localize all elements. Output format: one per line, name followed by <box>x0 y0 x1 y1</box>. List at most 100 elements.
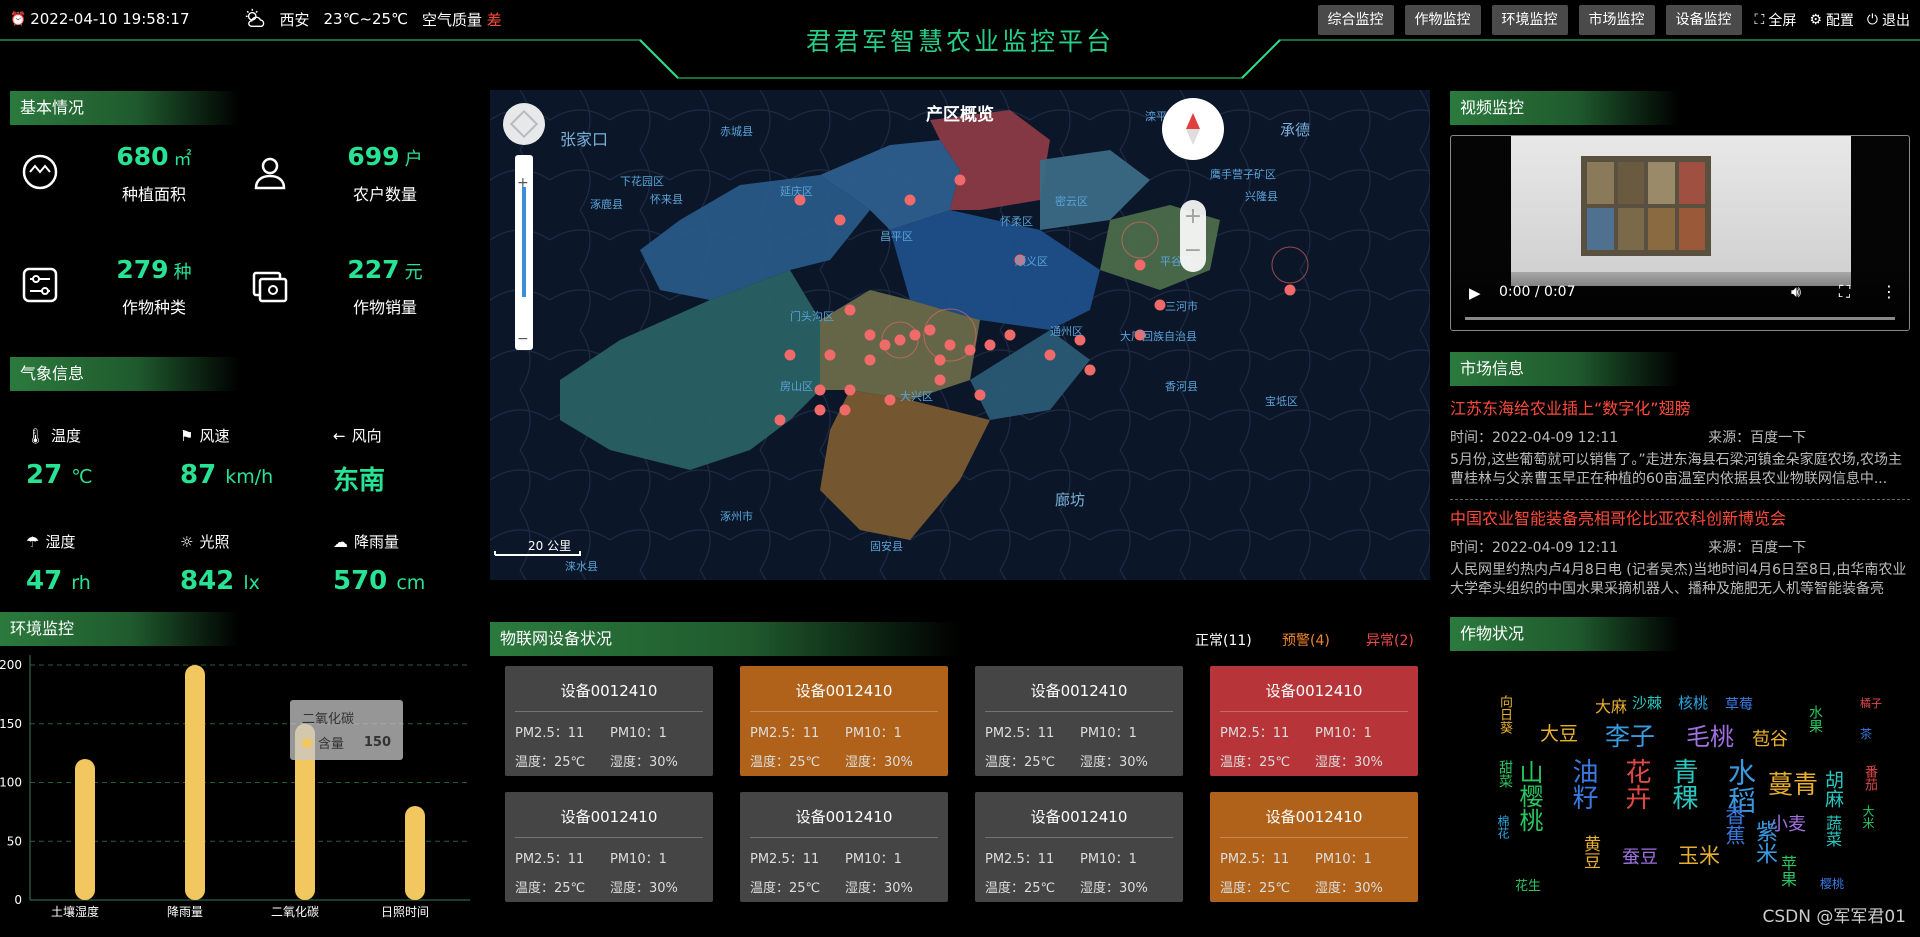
crop-word[interactable]: 花生 <box>1515 875 1541 894</box>
device-pm25: PM2.5：11 <box>515 726 585 741</box>
crop-word[interactable]: 向日葵 <box>1495 695 1514 734</box>
map-label: 延庆区 <box>780 184 813 198</box>
crop-word[interactable]: 苹果 <box>1775 855 1799 887</box>
crop-word[interactable]: 油籽 <box>1565 758 1602 810</box>
crop-word[interactable]: 草莓 <box>1725 694 1753 714</box>
device-card[interactable]: 设备0012410 PM2.5：11 PM10：1 温度：25℃ 湿度：30% <box>505 666 713 776</box>
device-name: 设备0012410 <box>515 666 703 712</box>
volume-icon[interactable]: 🔊︎ <box>1791 282 1801 302</box>
device-card[interactable]: 设备0012410 PM2.5：11 PM10：1 温度：25℃ 湿度：30% <box>1210 666 1418 776</box>
nav-market[interactable]: 市场监控 <box>1578 5 1655 35</box>
device-card[interactable]: 设备0012410 PM2.5：11 PM10：1 温度：25℃ 湿度：30% <box>505 792 713 902</box>
video-header: 视频监控 <box>1450 91 1680 125</box>
map-label: 门头沟区 <box>790 309 834 323</box>
crop-word[interactable]: 毛桃 <box>1686 717 1734 752</box>
crop-word[interactable]: 核桃 <box>1678 692 1708 713</box>
device-card[interactable]: 设备0012410 PM2.5：11 PM10：1 温度：25℃ 湿度：30% <box>975 792 1183 902</box>
crop-word[interactable]: 玉米 <box>1678 840 1720 870</box>
crop-word[interactable]: 花卉 <box>1618 758 1655 810</box>
nav-device[interactable]: 设备监控 <box>1665 5 1742 35</box>
pan-icon <box>509 109 539 139</box>
zoom-out-button[interactable]: − <box>1180 234 1206 268</box>
crop-word[interactable]: 山樱桃 <box>1512 760 1547 832</box>
news-title[interactable]: 中国农业智能装备亮相哥伦比亚农科创新博览会 <box>1450 505 1910 529</box>
crop-word[interactable]: 沙棘 <box>1632 692 1662 713</box>
device-name: 设备0012410 <box>750 666 938 712</box>
crop-word[interactable]: 甜菜 <box>1495 760 1515 788</box>
device-humidity: 湿度：30% <box>1080 755 1148 770</box>
device-name: 设备0012410 <box>1220 666 1408 712</box>
crop-word[interactable]: 大豆 <box>1540 719 1578 746</box>
crop-word[interactable]: 蚕豆 <box>1622 843 1658 869</box>
news-title[interactable]: 江苏东海给农业插上“数字化”翅膀 <box>1450 395 1910 419</box>
crop-word[interactable]: 茶 <box>1860 725 1872 742</box>
map-canvas: 张家口 涿鹿县 怀来县 延庆区 昌平区 怀柔区 密云区 平谷区 顺义区 门头沟区… <box>490 90 1430 580</box>
device-name: 设备0012410 <box>985 792 1173 838</box>
status-warn[interactable]: 预警(4) <box>1282 630 1330 650</box>
fullscreen-video-icon[interactable]: ⛶ <box>1839 282 1850 302</box>
pan-control[interactable] <box>503 103 545 145</box>
device-humidity: 湿度：30% <box>1315 755 1383 770</box>
crop-word[interactable]: 胡麻 <box>1820 770 1847 808</box>
status-error[interactable]: 异常(2) <box>1366 630 1414 650</box>
crop-word[interactable]: 蔓青 <box>1768 765 1818 801</box>
nav-crop[interactable]: 作物监控 <box>1404 5 1481 35</box>
crop-word[interactable]: 香蕉 <box>1720 805 1749 845</box>
device-temp: 温度：25℃ <box>985 755 1056 770</box>
video-progress[interactable] <box>1465 317 1895 320</box>
crop-word[interactable]: 李子 <box>1605 717 1655 753</box>
news-time: 时间：2022-04-09 12:11 <box>1450 430 1619 446</box>
zoom-in-small-icon[interactable]: + <box>517 176 529 190</box>
device-name: 设备0012410 <box>1220 792 1408 838</box>
device-card[interactable]: 设备0012410 PM2.5：11 PM10：1 温度：25℃ 湿度：30% <box>1210 792 1418 902</box>
map-label: 三河市 <box>1165 299 1198 313</box>
market-header: 市场信息 <box>1450 352 1680 386</box>
crop-word[interactable]: 蔬菜 <box>1820 815 1844 847</box>
crop-word-cloud: 大麻 沙棘 核桃 草莓 大豆 李子 毛桃 苞谷 水果 山樱桃 油籽 花卉 青稞 水稻 蔓青 胡麻 小麦 紫米 玉米蚕… <box>1450 665 1920 895</box>
crop-word[interactable]: 苞谷 <box>1752 725 1788 751</box>
crop-word[interactable]: 黄豆 <box>1578 835 1603 869</box>
device-pm10: PM10：1 <box>1080 726 1137 741</box>
wx-winddir-value: 东南 <box>333 460 385 497</box>
stat-area-unit: ㎡ <box>173 149 192 170</box>
news-item[interactable]: 中国农业智能装备亮相哥伦比亚农科创新博览会 时间：2022-04-09 12:1… <box>1450 505 1910 599</box>
nav-environment[interactable]: 环境监控 <box>1491 5 1568 35</box>
crop-word[interactable]: 大米 <box>1860 805 1877 829</box>
bar-3[interactable] <box>405 806 425 900</box>
more-icon[interactable]: ⋮ <box>1881 282 1897 301</box>
crop-word[interactable]: 樱桃 <box>1820 875 1844 892</box>
bar-1[interactable] <box>185 665 205 900</box>
tooltip-label: 含量 <box>318 737 345 752</box>
wx-temp-unit: ℃ <box>71 466 93 488</box>
fullscreen-button[interactable]: ⛶ 全屏 <box>1755 10 1797 30</box>
bar-0[interactable] <box>75 759 95 900</box>
news-item[interactable]: 江苏东海给农业插上“数字化”翅膀 时间：2022-04-09 12:11 来源：百… <box>1450 395 1910 500</box>
device-card[interactable]: 设备0012410 PM2.5：11 PM10：1 温度：25℃ 湿度：30% <box>740 792 948 902</box>
video-player[interactable]: ▶ 0:00 / 0:07 🔊︎ ⛶ ⋮ <box>1450 135 1910 331</box>
zoom-slider[interactable]: + − <box>515 155 533 350</box>
fullscreen-label: 全屏 <box>1768 13 1797 29</box>
device-card[interactable]: 设备0012410 PM2.5：11 PM10：1 温度：25℃ 湿度：30% <box>975 666 1183 776</box>
device-pm10: PM10：1 <box>1080 852 1137 867</box>
device-card[interactable]: 设备0012410 PM2.5：11 PM10：1 温度：25℃ 湿度：30% <box>740 666 948 776</box>
play-icon[interactable]: ▶ <box>1469 284 1481 302</box>
config-button[interactable]: ⚙ 配置 <box>1809 10 1854 30</box>
crop-word[interactable]: 番茄 <box>1860 765 1879 791</box>
stat-crops-label: 作物种类 <box>121 298 186 317</box>
zoom-out-small-icon[interactable]: − <box>517 332 529 346</box>
nav-overview[interactable]: 综合监控 <box>1317 5 1394 35</box>
crop-word[interactable]: 橘子 <box>1860 695 1882 711</box>
zoom-in-button[interactable]: + <box>1180 200 1206 234</box>
crop-word[interactable]: 大麻 <box>1595 693 1627 717</box>
crop-word[interactable]: 青稞 <box>1665 758 1702 810</box>
map-label: 昌平区 <box>880 230 913 243</box>
crop-word[interactable]: 水果 <box>1805 705 1825 733</box>
region-map[interactable]: 张家口 涿鹿县 怀来县 延庆区 昌平区 怀柔区 密云区 平谷区 顺义区 门头沟区… <box>490 90 1430 580</box>
x-tick-label: 日照时间 <box>381 905 429 919</box>
stat-sales-value: 227 <box>347 255 400 284</box>
crop-word[interactable]: 棉花 <box>1495 815 1512 839</box>
status-normal[interactable]: 正常(11) <box>1195 630 1252 650</box>
compass-icon[interactable] <box>1162 98 1224 160</box>
stat-farmers-value: 699 <box>347 142 400 171</box>
exit-button[interactable]: ⏻ 退出 <box>1867 10 1910 30</box>
